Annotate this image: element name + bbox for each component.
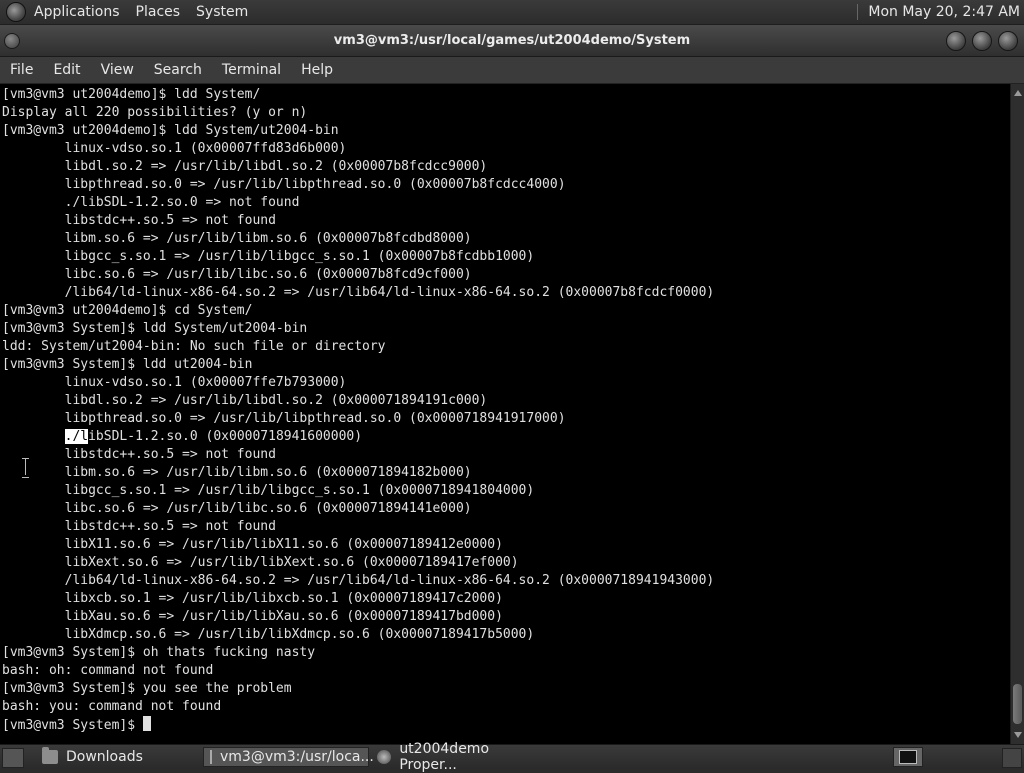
ibeam-cursor-icon [22, 458, 30, 478]
tray-terminal-icon[interactable] [893, 747, 923, 767]
terminal-line: bash: you: command not found [2, 699, 222, 714]
bottom-panel: Downloads vm3@vm3:/usr/loca... ut2004dem… [0, 741, 1024, 773]
terminal-line: [vm3@vm3 System]$ oh thats fucking nasty [2, 645, 316, 660]
terminal-line: libgcc_s.so.1 => /usr/lib/libgcc_s.so.1 … [2, 483, 535, 498]
terminal-line: [vm3@vm3 System]$ ldd System/ut2004-bin [2, 321, 308, 336]
terminal-lines: [vm3@vm3 ut2004demo]$ ldd System/Display… [2, 86, 714, 734]
menu-view[interactable]: View [91, 62, 144, 78]
terminal-icon [210, 750, 212, 764]
scrollbar-thumb[interactable] [1013, 684, 1022, 724]
minimize-button[interactable] [946, 31, 966, 51]
taskbar-item-label: Downloads [66, 749, 143, 765]
applications-menu[interactable]: Applications [34, 4, 120, 20]
menu-search[interactable]: Search [144, 62, 212, 78]
terminal-line: [vm3@vm3 ut2004demo]$ ldd System/ut2004-… [2, 123, 339, 138]
terminal-line: libstdc++.so.5 => not found [2, 213, 276, 228]
terminal-line: bash: oh: command not found [2, 663, 214, 678]
terminal-scrollbar[interactable] [1010, 84, 1024, 744]
clock[interactable]: Mon May 20, 2:47 AM [868, 4, 1020, 20]
distro-logo-icon[interactable] [6, 2, 26, 22]
terminal-line: ./libSDL-1.2.so.0 => not found [2, 195, 300, 210]
menu-help[interactable]: Help [291, 62, 343, 78]
taskbar-item-terminal[interactable]: vm3@vm3:/usr/loca... [203, 747, 374, 767]
terminal-line: Display all 220 possibilities? (y or n) [2, 105, 308, 120]
terminal-cursor [142, 716, 151, 731]
window-titlebar[interactable]: vm3@vm3:/usr/local/games/ut2004demo/Syst… [0, 25, 1024, 57]
terminal-line: /lib64/ld-linux-x86-64.so.2 => /usr/lib6… [2, 285, 715, 300]
panel-separator [857, 4, 859, 20]
ut-icon [377, 750, 392, 764]
terminal-line: libm.so.6 => /usr/lib/libm.so.6 (0x00007… [2, 231, 472, 246]
menu-edit[interactable]: Edit [43, 62, 90, 78]
terminal-line: libstdc++.so.5 => not found [2, 447, 276, 462]
terminal-line: linux-vdso.so.1 (0x00007ffd83d6b000) [2, 141, 347, 156]
show-desktop-button[interactable] [2, 748, 24, 768]
terminal-line: [vm3@vm3 System]$ ldd ut2004-bin [2, 357, 253, 372]
terminal-line: libxcb.so.1 => /usr/lib/libxcb.so.1 (0x0… [2, 591, 503, 606]
terminal-line: libpthread.so.0 => /usr/lib/libpthread.s… [2, 177, 566, 192]
terminal-line: [vm3@vm3 System]$ you see the problem [2, 681, 292, 696]
terminal-line: libstdc++.so.5 => not found [2, 519, 276, 534]
places-menu[interactable]: Places [136, 4, 181, 20]
taskbar-item-label: ut2004demo Proper... [399, 741, 490, 773]
terminal-line: ./libSDL-1.2.so.0 (0x0000718941600000) [64, 429, 363, 444]
system-menu[interactable]: System [196, 4, 248, 20]
trash-icon[interactable] [1002, 748, 1022, 768]
menu-file[interactable]: File [0, 62, 43, 78]
scroll-down-icon[interactable] [1014, 732, 1022, 738]
top-panel: Applications Places System Mon May 20, 2… [0, 0, 1024, 25]
terminal-line: libX11.so.6 => /usr/lib/libX11.so.6 (0x0… [2, 537, 503, 552]
folder-icon [42, 747, 58, 764]
terminal-line: libdl.so.2 => /usr/lib/libdl.so.2 (0x000… [2, 393, 488, 408]
scroll-up-icon[interactable] [1014, 90, 1022, 96]
terminal-line: libpthread.so.0 => /usr/lib/libpthread.s… [2, 411, 566, 426]
terminal-line: [vm3@vm3 ut2004demo]$ cd System/ [2, 303, 253, 318]
taskbar-item-label: vm3@vm3:/usr/loca... [220, 749, 374, 765]
text-selection: ./l [64, 429, 89, 444]
close-button[interactable] [998, 31, 1018, 51]
taskbar-item-ut2004-properties[interactable]: ut2004demo Proper... [371, 741, 541, 773]
terminal-line: [vm3@vm3 ut2004demo]$ ldd System/ [2, 87, 261, 102]
terminal-output[interactable]: [vm3@vm3 ut2004demo]$ ldd System/Display… [0, 84, 1010, 744]
terminal-line: libXau.so.6 => /usr/lib/libXau.so.6 (0x0… [2, 609, 503, 624]
menu-terminal[interactable]: Terminal [212, 62, 291, 78]
maximize-button[interactable] [972, 31, 992, 51]
taskbar-item-downloads[interactable]: Downloads [36, 747, 202, 767]
terminal-line: libgcc_s.so.1 => /usr/lib/libgcc_s.so.1 … [2, 249, 535, 264]
terminal-line: [vm3@vm3 System]$ [2, 716, 714, 734]
terminal-menubar: File Edit View Search Terminal Help [0, 57, 1024, 84]
terminal-line: libdl.so.2 => /usr/lib/libdl.so.2 (0x000… [2, 159, 488, 174]
terminal-line: libXext.so.6 => /usr/lib/libXext.so.6 (0… [2, 555, 519, 570]
terminal-line: linux-vdso.so.1 (0x00007ffe7b793000) [2, 375, 347, 390]
terminal-line: libXdmcp.so.6 => /usr/lib/libXdmcp.so.6 … [2, 627, 535, 642]
terminal-line: /lib64/ld-linux-x86-64.so.2 => /usr/lib6… [2, 573, 715, 588]
terminal-line: libc.so.6 => /usr/lib/libc.so.6 (0x00007… [2, 267, 472, 282]
terminal-line: libc.so.6 => /usr/lib/libc.so.6 (0x00007… [2, 501, 472, 516]
terminal-line: libm.so.6 => /usr/lib/libm.so.6 (0x00007… [2, 465, 472, 480]
terminal-line: ldd: System/ut2004-bin: No such file or … [2, 339, 386, 354]
window-title: vm3@vm3:/usr/local/games/ut2004demo/Syst… [333, 33, 691, 48]
